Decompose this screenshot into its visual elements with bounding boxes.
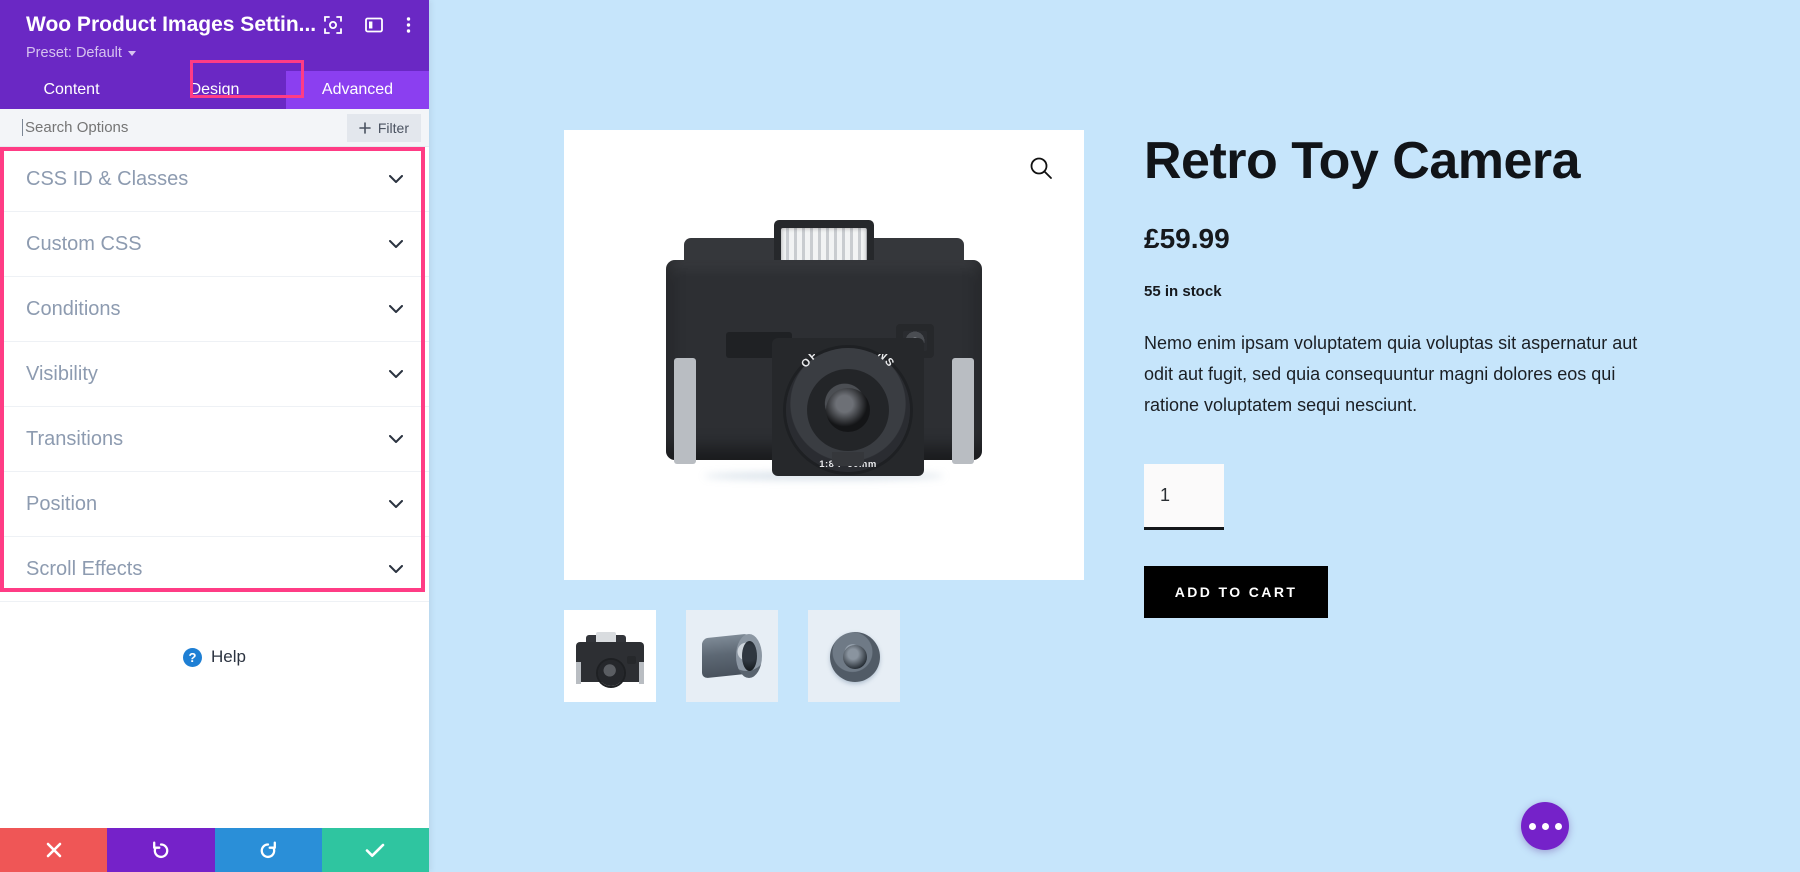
- help-label: Help: [211, 647, 246, 666]
- preset-label: Preset: Default: [26, 45, 122, 61]
- accordion-label: Transitions: [26, 427, 124, 450]
- filter-button-label: Filter: [377, 119, 409, 136]
- settings-panel: Woo Product Images Settin... Preset: Def…: [0, 0, 429, 872]
- svg-text:OPTICAL LENS: OPTICAL LENS: [799, 354, 897, 370]
- lens-text-top: OPTICAL LENS: [788, 337, 908, 402]
- accordion-scroll-effects[interactable]: Scroll Effects: [0, 537, 429, 602]
- chevron-down-icon: [127, 50, 136, 56]
- more-vertical-icon[interactable]: [406, 16, 411, 39]
- accordion-label: Conditions: [26, 297, 121, 320]
- lens-top-label: OPTICAL LENS: [799, 337, 895, 370]
- thumbnail-lens-side[interactable]: [686, 610, 778, 702]
- accordion-position[interactable]: Position: [0, 472, 429, 537]
- question-circle-icon: ?: [183, 647, 203, 667]
- accordion-label: Scroll Effects: [26, 557, 143, 580]
- panel-tabs: Content Design Advanced: [0, 60, 429, 109]
- product-block: OPTICAL LENS 1:8 f=60mm: [564, 130, 1714, 702]
- panel-body: CSS ID & Classes Custom CSS Conditions V…: [0, 147, 429, 828]
- filter-button[interactable]: Filter: [346, 113, 421, 142]
- product-details: Retro Toy Camera £59.99 55 in stock Nemo…: [1144, 130, 1664, 702]
- chevron-down-icon: [389, 239, 403, 248]
- tab-advanced[interactable]: Advanced: [286, 71, 429, 109]
- panel-header: Woo Product Images Settin... Preset: Def…: [0, 0, 429, 71]
- product-title: Retro Toy Camera: [1144, 132, 1581, 190]
- accordion-label: CSS ID & Classes: [26, 167, 189, 190]
- quantity-input[interactable]: 1: [1144, 464, 1224, 531]
- product-description: Nemo enim ipsam voluptatem quia voluptas…: [1144, 332, 1638, 415]
- panel-footer: [0, 828, 429, 872]
- accordion-conditions[interactable]: Conditions: [0, 277, 429, 342]
- ellipsis-icon-dot: [1541, 822, 1549, 830]
- accordion-custom-css[interactable]: Custom CSS: [0, 212, 429, 277]
- more-options-fab[interactable]: [1521, 802, 1569, 850]
- preset-selector[interactable]: Preset: Default: [26, 45, 411, 61]
- advanced-options-accordion: CSS ID & Classes Custom CSS Conditions V…: [0, 147, 429, 602]
- chevron-down-icon: [389, 304, 403, 313]
- tab-design[interactable]: Design: [143, 71, 286, 109]
- cancel-button[interactable]: [0, 828, 108, 872]
- accordion-label: Visibility: [26, 362, 98, 385]
- help-link[interactable]: ? Help: [0, 647, 429, 667]
- chevron-down-icon: [389, 174, 403, 183]
- tab-content[interactable]: Content: [0, 71, 143, 109]
- search-input[interactable]: [22, 119, 347, 136]
- chevron-down-icon: [389, 499, 403, 508]
- redo-button[interactable]: [214, 828, 322, 872]
- product-price: £59.99: [1144, 222, 1230, 254]
- chevron-down-icon: [389, 434, 403, 443]
- accordion-label: Position: [26, 492, 98, 515]
- plus-icon: [359, 121, 371, 134]
- page-canvas: OPTICAL LENS 1:8 f=60mm: [429, 0, 1800, 872]
- layout-panel-icon[interactable]: [365, 16, 383, 39]
- thumbnail-strip: [564, 610, 1084, 702]
- focus-frame-icon[interactable]: [324, 16, 342, 39]
- ellipsis-icon-dot: [1554, 822, 1562, 830]
- undo-icon: [152, 841, 169, 859]
- accordion-transitions[interactable]: Transitions: [0, 407, 429, 472]
- accordion-visibility[interactable]: Visibility: [0, 342, 429, 407]
- save-button[interactable]: [321, 828, 429, 872]
- quantity-row: 1: [1144, 464, 1664, 531]
- chevron-down-icon: [389, 564, 403, 573]
- camera-illustration: OPTICAL LENS 1:8 f=60mm: [564, 130, 1084, 580]
- search-row: Filter: [0, 109, 429, 147]
- product-main-image[interactable]: OPTICAL LENS 1:8 f=60mm: [564, 130, 1084, 580]
- accordion-label: Custom CSS: [26, 232, 142, 255]
- chevron-down-icon: [389, 369, 403, 378]
- thumbnail-camera[interactable]: [564, 610, 656, 702]
- undo-button[interactable]: [107, 828, 215, 872]
- panel-title: Woo Product Images Settin...: [26, 13, 317, 36]
- accordion-css-id-classes[interactable]: CSS ID & Classes: [0, 147, 429, 212]
- add-to-cart-button[interactable]: ADD TO CART: [1144, 566, 1328, 619]
- check-icon: [366, 843, 385, 857]
- thumbnail-lens-front[interactable]: [808, 610, 900, 702]
- product-stock-status: 55 in stock: [1144, 282, 1222, 300]
- product-gallery: OPTICAL LENS 1:8 f=60mm: [564, 130, 1084, 702]
- redo-icon: [260, 841, 277, 859]
- ellipsis-icon-dot: [1528, 822, 1536, 830]
- close-icon: [46, 842, 61, 858]
- app-root: OPTICAL LENS 1:8 f=60mm: [0, 0, 1800, 872]
